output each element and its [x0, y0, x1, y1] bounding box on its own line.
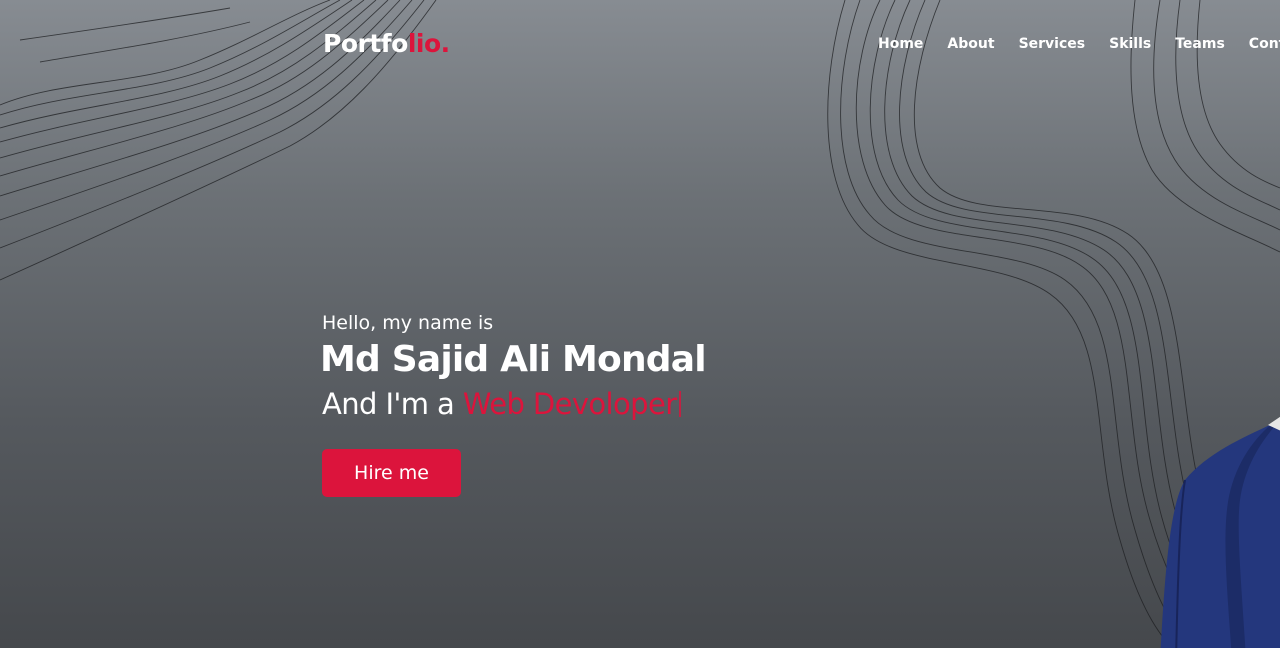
nav-link-skills[interactable]: Skills	[1109, 35, 1151, 53]
hero-greeting: Hello, my name is	[322, 312, 494, 334]
hero-role-typed: Web Devoloper	[462, 387, 677, 421]
nav-link-contact[interactable]: Contact	[1249, 35, 1280, 53]
hire-me-button[interactable]: Hire me	[322, 449, 461, 497]
logo-text: Portfo	[323, 29, 408, 58]
hero-content: Hello, my name is Md Sajid Ali Mondal An…	[320, 310, 707, 497]
nav-link-about[interactable]: About	[947, 35, 994, 53]
hero-role-prefix: And I'm a	[322, 387, 463, 421]
hero-role-line: And I'm a Web Devoloper	[322, 384, 706, 424]
typing-cursor	[678, 391, 681, 417]
portfolio-page: Portfolio. Home About Services Skills Te…	[0, 0, 1280, 648]
logo-accent-text: lio.	[407, 29, 450, 58]
nav-link-services[interactable]: Services	[1019, 35, 1086, 53]
person-photo	[1150, 410, 1280, 648]
navbar: Portfolio. Home About Services Skills Te…	[0, 0, 1280, 88]
nav-link-home[interactable]: Home	[878, 35, 923, 53]
hero-name: Md Sajid Ali Mondal	[320, 339, 707, 380]
site-logo[interactable]: Portfolio.	[323, 28, 450, 60]
nav-menu: Home About Services Skills Teams Contact	[878, 35, 1280, 53]
nav-link-teams[interactable]: Teams	[1175, 35, 1225, 53]
